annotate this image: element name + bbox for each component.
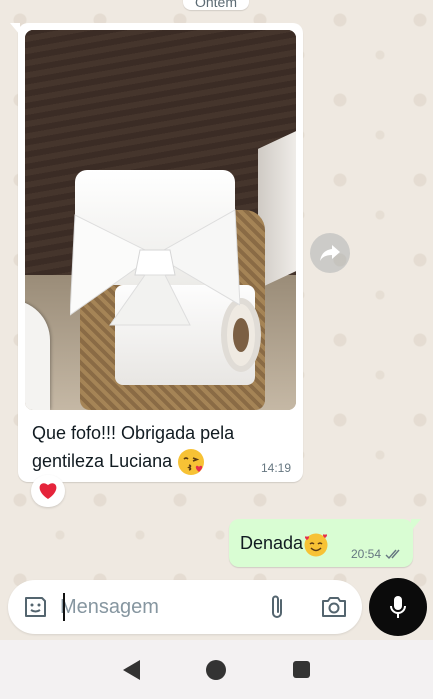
forward-button[interactable]: [310, 233, 350, 273]
text-caret: [63, 593, 65, 621]
outgoing-message-bubble[interactable]: Denada 20:54: [229, 519, 421, 567]
message-input[interactable]: [60, 590, 250, 624]
attach-icon[interactable]: [266, 593, 288, 621]
mic-icon: [390, 596, 406, 618]
system-navigation-bar: [0, 640, 433, 699]
incoming-message-text: Que fofo!!! Obrigada pela gentileza Luci…: [32, 419, 252, 476]
date-chip: Ontem: [183, 0, 249, 10]
incoming-text-line1: Que fofo!!! Obrigada pela: [32, 423, 235, 443]
message-composer: [8, 580, 362, 634]
outgoing-message-text: Denada: [240, 531, 329, 557]
kissing-face-emoji-icon: [178, 449, 205, 476]
forward-icon: [320, 245, 340, 261]
toilet-paper-photo[interactable]: [25, 30, 296, 410]
smiling-face-with-hearts-emoji-icon: [304, 533, 328, 557]
incoming-message-time: 14:19: [260, 461, 291, 475]
outgoing-message-time: 20:54: [350, 547, 381, 561]
back-icon[interactable]: [123, 659, 141, 680]
home-icon[interactable]: [206, 659, 227, 680]
camera-icon[interactable]: [320, 594, 348, 620]
incoming-message-bubble[interactable]: Que fofo!!! Obrigada pela gentileza Luci…: [10, 23, 303, 482]
heart-reaction[interactable]: [31, 475, 65, 507]
incoming-text-line2: gentileza Luciana: [32, 451, 173, 471]
sticker-icon[interactable]: [22, 594, 48, 620]
outgoing-text: Denada: [240, 532, 304, 553]
photo-paper-bow: [70, 209, 240, 326]
heart-icon: [39, 483, 57, 499]
recents-icon[interactable]: [292, 661, 310, 678]
outgoing-message-meta: 20:54: [351, 547, 403, 561]
mic-button[interactable]: [369, 578, 427, 636]
read-double-check-icon: [385, 549, 400, 559]
